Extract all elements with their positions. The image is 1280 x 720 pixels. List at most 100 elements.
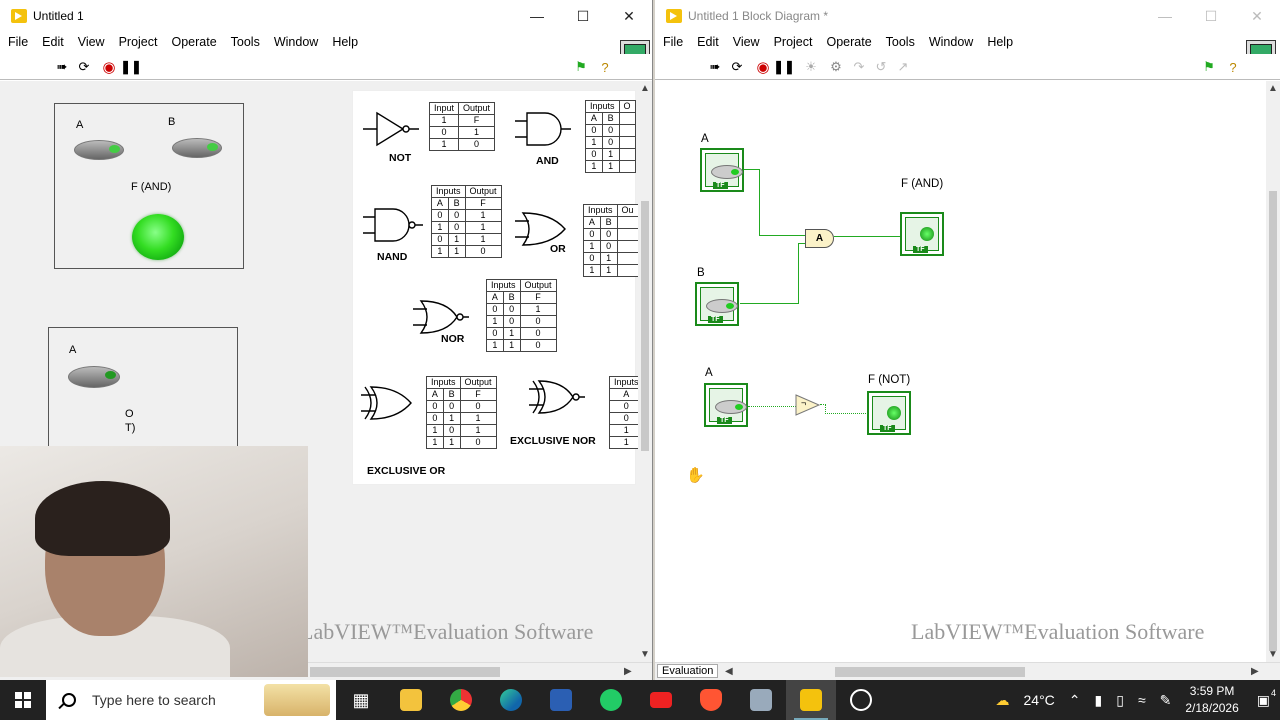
- step-over-icon[interactable]: ↺: [873, 59, 889, 75]
- wire[interactable]: [798, 243, 799, 304]
- run-arrow-icon[interactable]: ➠: [54, 59, 70, 75]
- pen-icon[interactable]: ✎: [1160, 692, 1172, 709]
- scroll-down-arrow-icon[interactable]: ▼: [640, 649, 650, 660]
- wifi-icon[interactable]: ≈: [1138, 692, 1146, 708]
- switch-a-not[interactable]: [68, 366, 120, 388]
- terminal-b[interactable]: TF: [695, 282, 739, 326]
- scroll-right-arrow-icon[interactable]: ▶: [1251, 666, 1259, 677]
- indicator-f-not[interactable]: TF: [867, 391, 911, 435]
- highlight-execution-icon[interactable]: ☀: [803, 59, 819, 75]
- usb-icon[interactable]: ▯: [1116, 692, 1124, 709]
- taskbar-labview[interactable]: [786, 680, 836, 720]
- notifications-icon[interactable]: ▣ 4: [1257, 688, 1276, 709]
- step-into-icon[interactable]: ↷: [851, 59, 867, 75]
- taskbar-chrome[interactable]: [436, 680, 486, 720]
- run-continuously-icon[interactable]: ⟳: [76, 59, 92, 75]
- environment-icon[interactable]: ⚑: [573, 59, 589, 75]
- wire[interactable]: [748, 406, 796, 407]
- block-diagram-titlebar[interactable]: Untitled 1 Block Diagram * — ☐ ✕: [655, 0, 1280, 32]
- vscroll-thumb[interactable]: [641, 201, 649, 451]
- block-diagram-vscroll[interactable]: ▲ ▼: [1266, 81, 1280, 662]
- menu-file[interactable]: File: [663, 35, 683, 49]
- minimize-button[interactable]: —: [514, 0, 560, 32]
- abort-icon[interactable]: ◉: [101, 59, 117, 76]
- scroll-right-arrow-icon[interactable]: ▶: [624, 666, 632, 677]
- taskbar-snipping-tool[interactable]: [736, 680, 786, 720]
- menu-file[interactable]: File: [8, 35, 28, 49]
- and-function-node[interactable]: A: [805, 229, 834, 248]
- wire[interactable]: [759, 169, 760, 235]
- scroll-up-arrow-icon[interactable]: ▲: [640, 83, 650, 94]
- task-view-button[interactable]: ▦: [336, 680, 386, 720]
- tt-cell: 0: [519, 315, 557, 328]
- taskbar-word[interactable]: [536, 680, 586, 720]
- weather-temp[interactable]: 24°C: [1024, 692, 1055, 708]
- taskbar-search-box[interactable]: Type here to search: [46, 680, 336, 720]
- front-panel-titlebar[interactable]: Untitled 1 — ☐ ✕: [0, 0, 652, 32]
- menu-tools[interactable]: Tools: [231, 35, 260, 49]
- wire[interactable]: [740, 303, 799, 304]
- labview-icon: [800, 689, 822, 711]
- maximize-button[interactable]: ☐: [1188, 0, 1234, 32]
- help-icon[interactable]: ?: [1225, 59, 1241, 75]
- help-icon[interactable]: ?: [597, 59, 613, 75]
- show-hidden-icons[interactable]: ⌃: [1069, 692, 1081, 709]
- not-gate-label: NOT: [389, 152, 412, 164]
- vscroll-thumb[interactable]: [1269, 191, 1277, 651]
- menu-tools[interactable]: Tools: [886, 35, 915, 49]
- pause-icon[interactable]: ❚❚: [120, 59, 142, 75]
- menu-view[interactable]: View: [78, 35, 105, 49]
- menu-view[interactable]: View: [733, 35, 760, 49]
- maximize-button[interactable]: ☐: [560, 0, 606, 32]
- menu-operate[interactable]: Operate: [826, 35, 871, 49]
- taskbar-brave[interactable]: [686, 680, 736, 720]
- menu-edit[interactable]: Edit: [697, 35, 719, 49]
- menu-window[interactable]: Window: [274, 35, 318, 49]
- menu-project[interactable]: Project: [774, 35, 813, 49]
- retain-wire-values-icon[interactable]: ⚙: [828, 59, 844, 75]
- abort-icon[interactable]: ◉: [755, 59, 771, 76]
- wire[interactable]: [825, 413, 868, 414]
- weather-icon[interactable]: ☁: [996, 692, 1010, 709]
- front-panel-vscroll[interactable]: ▲ ▼: [638, 81, 652, 662]
- minimize-button[interactable]: —: [1142, 0, 1188, 32]
- menu-window[interactable]: Window: [929, 35, 973, 49]
- menu-project[interactable]: Project: [119, 35, 158, 49]
- terminal-a[interactable]: TF: [700, 148, 744, 192]
- pause-icon[interactable]: ❚❚: [773, 59, 795, 75]
- terminal-a2[interactable]: TF: [704, 383, 748, 427]
- switch-b[interactable]: [172, 138, 222, 158]
- indicator-f-and[interactable]: TF: [900, 212, 944, 256]
- scroll-down-arrow-icon[interactable]: ▼: [1268, 649, 1278, 660]
- menu-edit[interactable]: Edit: [42, 35, 64, 49]
- taskbar-whatsapp[interactable]: [586, 680, 636, 720]
- run-continuously-icon[interactable]: ⟳: [729, 59, 745, 75]
- environment-icon[interactable]: ⚑: [1201, 59, 1217, 75]
- scroll-up-arrow-icon[interactable]: ▲: [1268, 83, 1278, 94]
- wire[interactable]: [834, 236, 900, 237]
- taskbar-youtube[interactable]: [636, 680, 686, 720]
- wire[interactable]: [744, 169, 759, 170]
- taskbar-obs[interactable]: [836, 680, 886, 720]
- step-out-icon[interactable]: ↗: [895, 59, 911, 75]
- menu-operate[interactable]: Operate: [171, 35, 216, 49]
- close-button[interactable]: ✕: [1234, 0, 1280, 32]
- taskbar-file-explorer[interactable]: [386, 680, 436, 720]
- run-arrow-icon[interactable]: ➠: [707, 59, 723, 75]
- wire[interactable]: [759, 235, 805, 236]
- taskbar-edge[interactable]: [486, 680, 536, 720]
- close-button[interactable]: ✕: [606, 0, 652, 32]
- evaluation-tab[interactable]: Evaluation: [657, 664, 719, 678]
- menu-help[interactable]: Help: [332, 35, 358, 49]
- or-gate-label: OR: [550, 243, 566, 255]
- not-function-node[interactable]: [795, 394, 821, 416]
- start-button[interactable]: [0, 680, 46, 720]
- block-diagram-hscroll[interactable]: Evaluation ◀ ▶: [655, 662, 1280, 680]
- menu-help[interactable]: Help: [987, 35, 1013, 49]
- battery-icon[interactable]: ▮: [1095, 692, 1103, 709]
- clock[interactable]: 3:59 PM 2/18/2026: [1185, 683, 1238, 717]
- switch-a[interactable]: [74, 140, 124, 160]
- hscroll-thumb[interactable]: [835, 667, 1025, 677]
- scroll-left-arrow-icon[interactable]: ◀: [725, 666, 733, 677]
- hscroll-thumb[interactable]: [310, 667, 500, 677]
